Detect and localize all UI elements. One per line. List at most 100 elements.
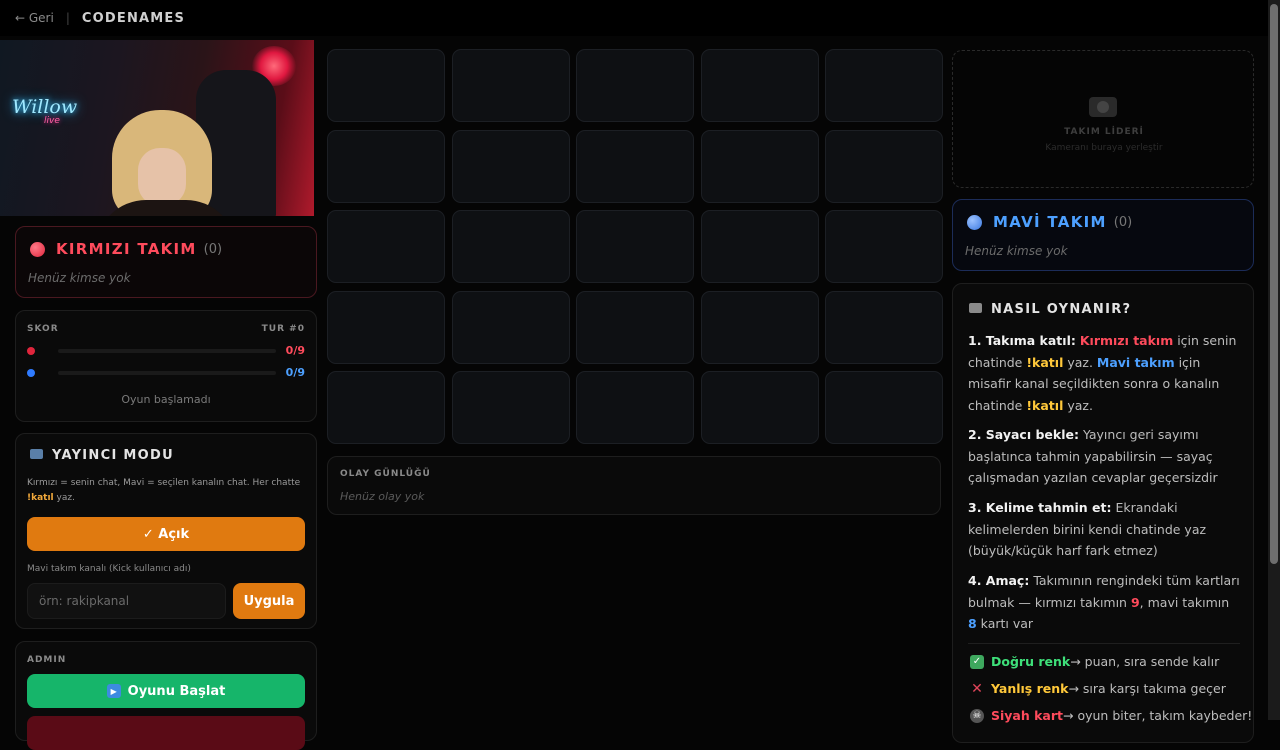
word-card[interactable] <box>825 210 943 283</box>
step-1: 1. Takıma katıl: Kırmızı takım için seni… <box>968 330 1240 416</box>
how-to-divider <box>968 643 1240 644</box>
channel-label: Mavi takım kanalı (Kick kullanıcı adı) <box>27 564 191 574</box>
word-card[interactable] <box>825 49 943 122</box>
step-1-cmd-2: !katıl <box>1026 397 1064 413</box>
event-log-empty: Henüz olay yok <box>340 490 425 503</box>
turn-label: TUR #0 <box>261 324 305 334</box>
step-4-red-count: 9 <box>1130 594 1140 610</box>
how-to-play-title: NASIL OYNANIR? <box>991 302 1132 317</box>
page-title: CODENAMES <box>81 10 186 26</box>
step-4-title: 4. Amaç: <box>968 573 1030 588</box>
word-card[interactable] <box>700 49 819 122</box>
blue-score-dot-icon <box>27 369 35 377</box>
score-label: SKOR <box>27 324 59 334</box>
admin-label: ADMIN <box>27 655 67 665</box>
streamer-camera: Willow live <box>0 40 314 216</box>
step-1-blue: Mavi takım <box>1096 354 1175 370</box>
back-link[interactable]: ← Geri <box>15 11 54 25</box>
channel-input[interactable]: örn: rakipkanal <box>27 583 226 619</box>
legend-correct: ✓ Doğru renk → puan, sıra sende kalır <box>970 654 1219 669</box>
desc-command: !katıl <box>27 493 54 503</box>
blue-score-bar <box>58 371 276 375</box>
broadcaster-mode-desc: Kırmızı = senin chat, Mavi = seçilen kan… <box>27 476 307 506</box>
word-card[interactable] <box>451 210 570 283</box>
word-card[interactable] <box>327 290 445 364</box>
word-card[interactable] <box>576 371 694 444</box>
neon-sign-sub: live <box>44 116 60 126</box>
broadcaster-toggle-button[interactable]: ✓ Açık <box>27 517 305 551</box>
word-card[interactable] <box>327 210 445 283</box>
blue-team-empty: Henüz kimse yok <box>965 244 1068 258</box>
red-team-count: (0) <box>203 241 223 257</box>
team-leader-title: TAKIM LİDERİ <box>1064 127 1144 137</box>
blue-team-dot-icon <box>967 214 982 230</box>
word-card[interactable] <box>700 371 819 444</box>
red-team-name: KIRMIZI TAKIM <box>56 240 197 258</box>
word-card[interactable] <box>451 129 570 203</box>
legend-wrong-label: Yanlış renk <box>991 681 1069 696</box>
neon-sign: Willow <box>12 96 78 118</box>
event-log-panel: OLAY GÜNLÜĞÜ Henüz olay yok <box>327 456 941 515</box>
streamer-face <box>138 148 186 206</box>
blue-score-value: 0/9 <box>285 366 305 379</box>
word-card[interactable] <box>825 129 943 203</box>
step-2: 2. Sayacı bekle: Yayıncı geri sayımı baş… <box>968 424 1240 489</box>
broadcaster-mode-panel: YAYINCI MODU Kırmızı = senin chat, Mavi … <box>15 433 317 629</box>
word-card[interactable] <box>576 129 694 203</box>
word-card[interactable] <box>327 49 445 122</box>
team-leader-subtitle: Kameranı buraya yerleştir <box>1045 143 1163 153</box>
word-card[interactable] <box>451 49 570 122</box>
page-scrollbar[interactable] <box>1268 0 1280 720</box>
red-team-panel: KIRMIZI TAKIM (0) Henüz kimse yok <box>15 226 317 298</box>
legend-black: ☠ Siyah kart → oyun biter, takım kaybede… <box>970 708 1252 723</box>
word-card[interactable] <box>451 290 570 364</box>
start-game-label: Oyunu Başlat <box>127 683 226 699</box>
play-icon: ▶ <box>106 684 121 698</box>
step-4: 4. Amaç: Takımının rengindeki tüm kartla… <box>968 570 1240 635</box>
secondary-admin-button[interactable] <box>27 716 305 750</box>
word-card[interactable] <box>825 290 943 364</box>
word-card[interactable] <box>576 210 694 283</box>
step-1-title: 1. Takıma katıl: <box>968 333 1076 348</box>
word-card[interactable] <box>825 371 943 444</box>
top-bar: ← Geri | CODENAMES <box>0 0 1268 36</box>
legend-correct-text: → puan, sıra sende kalır <box>1070 654 1220 669</box>
word-card[interactable] <box>576 49 694 122</box>
how-to-play-panel: NASIL OYNANIR? 1. Takıma katıl: Kırmızı … <box>952 283 1254 743</box>
start-game-button[interactable]: ▶ Oyunu Başlat <box>27 674 305 708</box>
blue-team-panel: MAVİ TAKIM (0) Henüz kimse yok <box>952 199 1254 271</box>
red-score-bar <box>58 349 276 353</box>
team-leader-camera-slot: TAKIM LİDERİ Kameranı buraya yerleştir <box>952 50 1254 188</box>
step-4-text-c: kartı var <box>976 616 1034 631</box>
legend-wrong-text: → sıra karşı takıma geçer <box>1068 681 1226 696</box>
apply-button[interactable]: Uygula <box>233 583 305 619</box>
step-2-title: 2. Sayacı bekle: <box>968 427 1079 442</box>
step-1-text-d: yaz. <box>1063 397 1093 413</box>
step-1-cmd: !katıl <box>1026 354 1064 370</box>
step-3-title: 3. Kelime tahmin et: <box>968 500 1112 515</box>
score-panel: SKOR TUR #0 0/9 0/9 Oyun başlamadı <box>15 310 317 422</box>
word-card[interactable] <box>576 290 694 364</box>
word-card[interactable] <box>327 129 445 203</box>
red-team-dot-icon <box>30 241 45 257</box>
word-card[interactable] <box>451 371 570 444</box>
blue-team-name: MAVİ TAKIM <box>993 213 1107 231</box>
legend-correct-label: Doğru renk <box>991 654 1071 669</box>
red-score-value: 0/9 <box>285 344 305 357</box>
game-status: Oyun başlamadı <box>121 393 211 406</box>
event-log-label: OLAY GÜNLÜĞÜ <box>340 469 431 479</box>
word-card[interactable] <box>700 210 819 283</box>
word-card[interactable] <box>700 290 819 364</box>
camera-icon <box>1089 97 1117 117</box>
legend-wrong: ✕ Yanlış renk → sıra karşı takıma geçer <box>970 680 1226 697</box>
word-card[interactable] <box>700 129 819 203</box>
title-separator: | <box>65 11 70 25</box>
tv-icon <box>30 449 43 459</box>
word-card[interactable] <box>327 371 445 444</box>
blue-team-count: (0) <box>1113 214 1133 230</box>
step-1-text-b: yaz. <box>1063 354 1097 370</box>
legend-black-label: Siyah kart <box>991 708 1064 723</box>
desc-text-end: yaz. <box>53 493 75 503</box>
scrollbar-thumb[interactable] <box>1270 4 1278 564</box>
cross-icon: ✕ <box>971 680 983 697</box>
